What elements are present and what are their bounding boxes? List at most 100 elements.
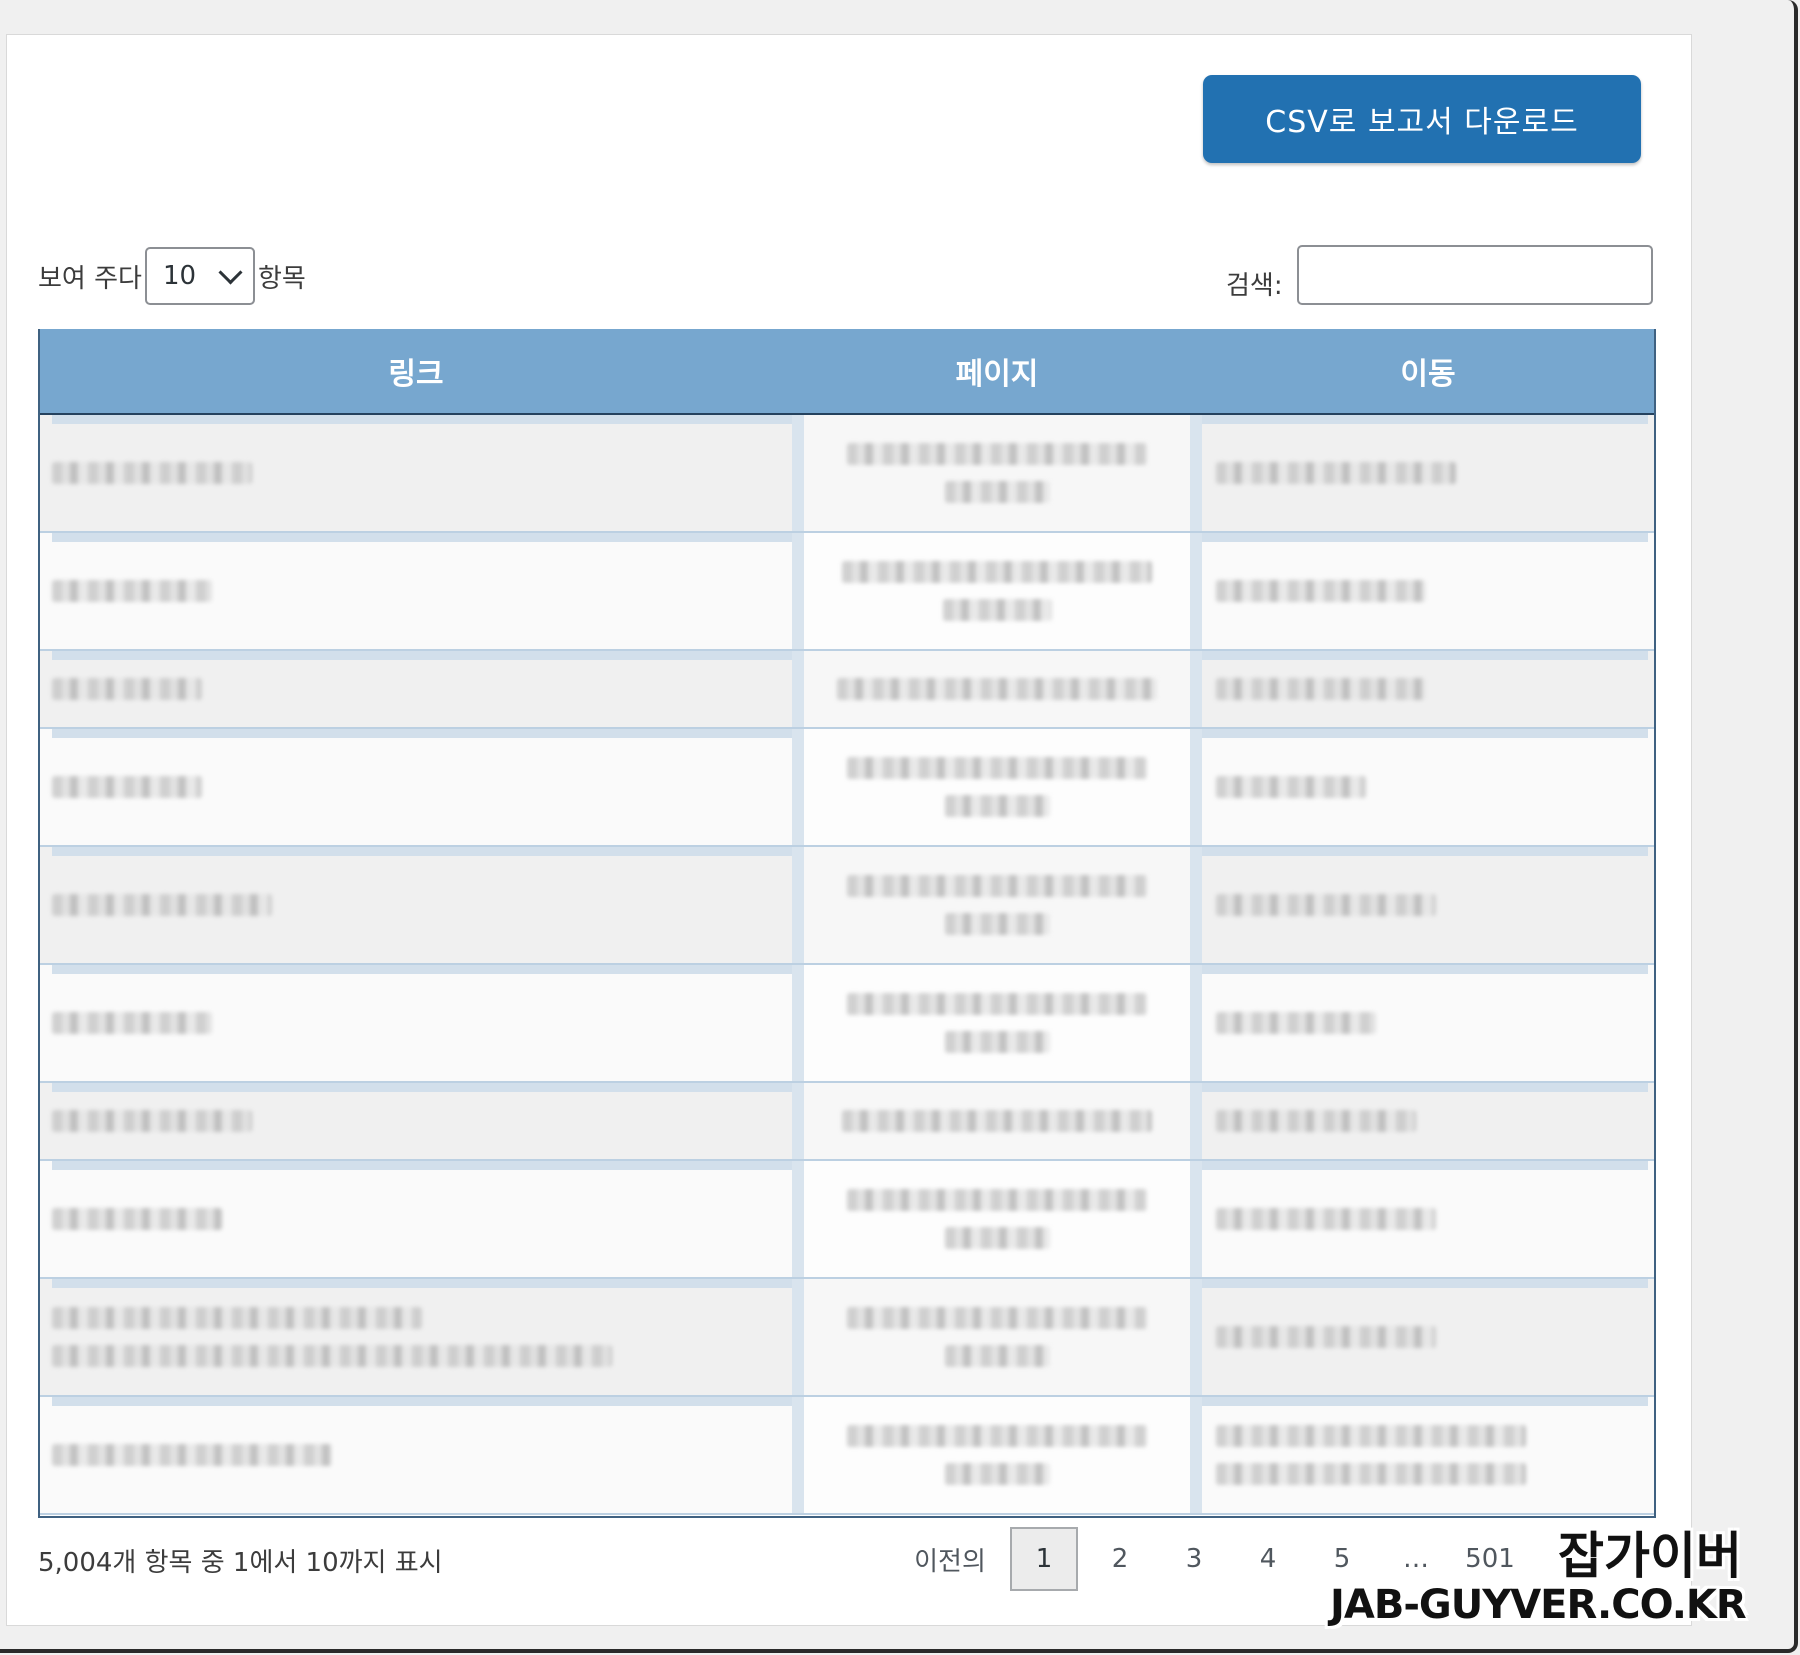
pagination-previous[interactable]: 이전의 — [905, 1527, 995, 1591]
redacted-text — [52, 462, 252, 484]
pagination-page-3[interactable]: 3 — [1162, 1527, 1226, 1591]
redacted-text — [1216, 580, 1426, 602]
redacted-text — [944, 1345, 1050, 1367]
redacted-text — [944, 913, 1050, 935]
watermark-url: JAB-GUYVER.CO.KR — [1330, 1582, 1747, 1628]
redacted-text — [52, 1012, 212, 1034]
length-menu: 보여 주다 10 항목 — [38, 245, 306, 307]
csv-download-button[interactable]: CSV로 보고서 다운로드 — [1203, 75, 1641, 163]
redacted-text — [944, 481, 1050, 503]
page-length-value: 10 — [162, 261, 197, 291]
cell-destination — [1202, 847, 1654, 963]
redacted-text — [52, 894, 272, 916]
redacted-text — [944, 1031, 1050, 1053]
redacted-text — [1216, 776, 1366, 798]
redacted-text — [52, 1307, 422, 1329]
search-box: 검색: — [1226, 245, 1653, 305]
cell-destination — [1202, 533, 1654, 649]
redacted-text — [52, 580, 212, 602]
column-header-link[interactable]: 링크 — [40, 349, 792, 393]
redacted-text — [1216, 462, 1456, 484]
cell-page — [792, 847, 1202, 963]
page-length-select[interactable]: 10 — [144, 247, 255, 305]
column-header-page[interactable]: 페이지 — [792, 349, 1202, 393]
table-row — [40, 651, 1654, 729]
column-header-destination[interactable]: 이동 — [1202, 349, 1654, 393]
table-row — [40, 1279, 1654, 1397]
table-row — [40, 533, 1654, 651]
redacted-text — [837, 678, 1157, 700]
links-table: 링크 페이지 이동 — [38, 329, 1656, 1518]
cell-link[interactable] — [40, 1161, 792, 1277]
redacted-text — [847, 1425, 1147, 1447]
cell-page — [792, 729, 1202, 845]
search-input[interactable] — [1296, 245, 1653, 305]
redacted-text — [944, 1227, 1050, 1249]
redacted-text — [944, 795, 1050, 817]
cell-destination — [1202, 1161, 1654, 1277]
redacted-text — [52, 1110, 252, 1132]
redacted-text — [847, 1307, 1147, 1329]
redacted-text — [1216, 1012, 1376, 1034]
redacted-text — [1216, 1208, 1436, 1230]
cell-link[interactable] — [40, 651, 792, 727]
cell-page — [792, 1397, 1202, 1513]
redacted-text — [52, 1345, 612, 1367]
cell-link[interactable] — [40, 1279, 792, 1395]
redacted-text — [847, 993, 1147, 1015]
table-row — [40, 847, 1654, 965]
table-body — [40, 415, 1654, 1515]
redacted-text — [1216, 1425, 1526, 1447]
cell-destination — [1202, 965, 1654, 1081]
redacted-text — [52, 1444, 332, 1466]
cell-link[interactable] — [40, 729, 792, 845]
cell-page — [792, 415, 1202, 531]
cell-destination — [1202, 415, 1654, 531]
cell-link[interactable] — [40, 415, 792, 531]
chevron-down-icon — [218, 259, 243, 285]
pagination-page-2[interactable]: 2 — [1088, 1527, 1152, 1591]
redacted-text — [1216, 678, 1426, 700]
cell-destination — [1202, 1083, 1654, 1159]
redacted-text — [847, 757, 1147, 779]
redacted-text — [1216, 1463, 1526, 1485]
redacted-text — [52, 678, 202, 700]
cell-page — [792, 1161, 1202, 1277]
cell-destination — [1202, 1279, 1654, 1395]
cell-link[interactable] — [40, 533, 792, 649]
search-label: 검색: — [1226, 270, 1283, 301]
redacted-text — [1216, 1326, 1436, 1348]
table-row — [40, 1161, 1654, 1279]
length-prefix-label: 보여 주다 — [38, 263, 142, 294]
cell-page — [792, 533, 1202, 649]
table-info: 5,004개 항목 중 1에서 10까지 표시 — [38, 1548, 443, 1578]
redacted-text — [942, 599, 1052, 621]
cell-destination — [1202, 729, 1654, 845]
table-row — [40, 729, 1654, 847]
redacted-text — [52, 776, 202, 798]
watermark-korean: 잡가이버 — [1558, 1527, 1742, 1585]
cell-page — [792, 1279, 1202, 1395]
cell-page — [792, 651, 1202, 727]
redacted-text — [847, 1189, 1147, 1211]
cell-link[interactable] — [40, 847, 792, 963]
table-row — [40, 1083, 1654, 1161]
pagination-page-1[interactable]: 1 — [1010, 1527, 1078, 1591]
cell-destination — [1202, 651, 1654, 727]
cell-page — [792, 1083, 1202, 1159]
length-suffix-label: 항목 — [257, 263, 306, 294]
redacted-text — [847, 875, 1147, 897]
cell-destination — [1202, 1397, 1654, 1513]
redacted-text — [842, 1110, 1152, 1132]
table-row — [40, 415, 1654, 533]
redacted-text — [944, 1463, 1050, 1485]
pagination-page-4[interactable]: 4 — [1236, 1527, 1300, 1591]
redacted-text — [847, 443, 1147, 465]
cell-link[interactable] — [40, 1397, 792, 1513]
redacted-text — [1216, 894, 1436, 916]
redacted-text — [52, 1208, 222, 1230]
cell-link[interactable] — [40, 965, 792, 1081]
cell-link[interactable] — [40, 1083, 792, 1159]
cell-page — [792, 965, 1202, 1081]
table-header: 링크 페이지 이동 — [40, 329, 1654, 415]
